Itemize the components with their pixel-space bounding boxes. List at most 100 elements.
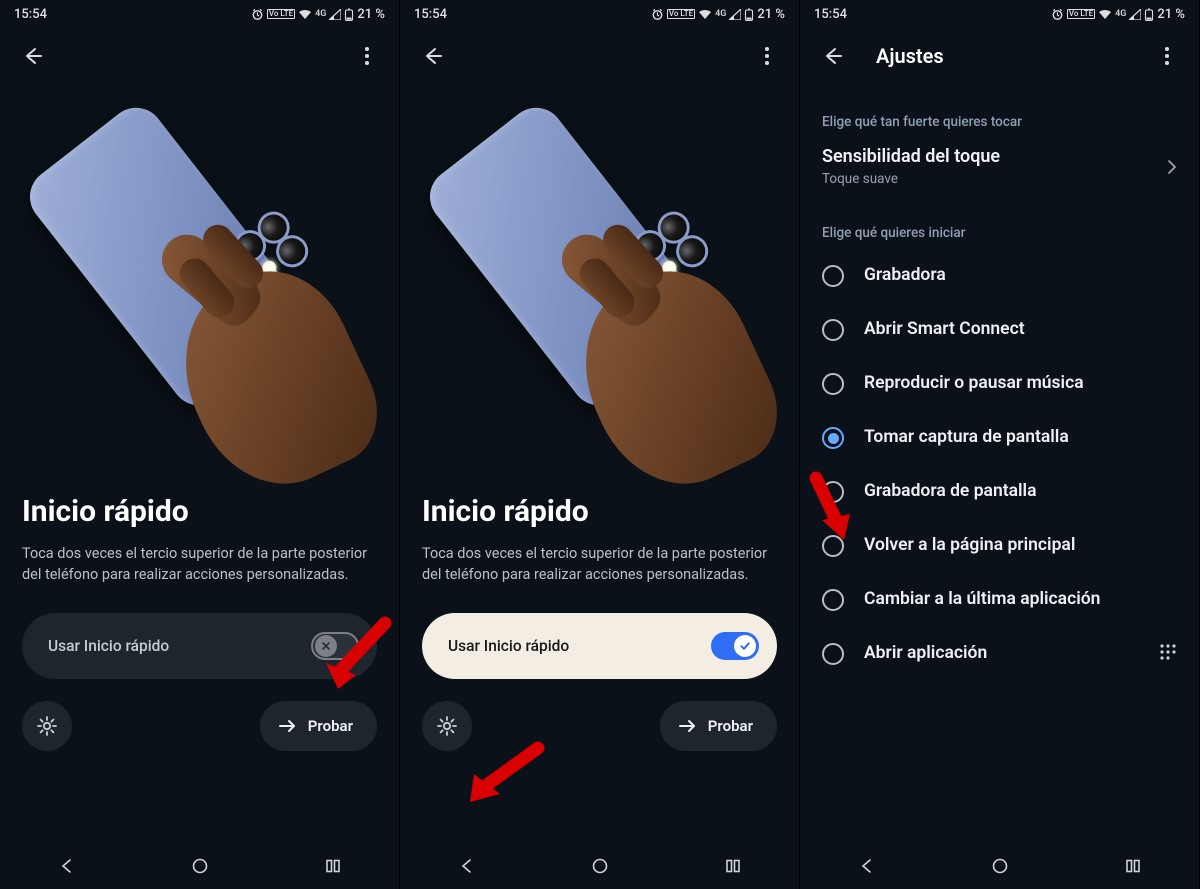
sensitivity-value: Toque suave	[822, 171, 1167, 187]
radio-indicator[interactable]	[822, 265, 844, 287]
arrow-right-icon	[678, 718, 698, 734]
system-nav-bar	[400, 843, 799, 889]
screen-quick-launch-on: 15:54 Vo LTE 4G 21 %	[400, 0, 800, 889]
quick-launch-switch[interactable]	[711, 632, 759, 660]
radio-indicator[interactable]	[822, 373, 844, 395]
signal-4g: 4G	[715, 9, 726, 19]
try-button-label: Probar	[308, 717, 353, 735]
radio-option[interactable]: Grabadora de pantalla	[800, 465, 1199, 519]
radio-indicator[interactable]	[822, 535, 844, 557]
status-bar: 15:54 Vo LTE 4G 21 %	[400, 0, 799, 28]
settings-button[interactable]	[22, 701, 72, 751]
toggle-label: Usar Inicio rápido	[48, 637, 169, 655]
app-bar: Ajustes	[800, 28, 1199, 84]
back-button[interactable]	[412, 36, 452, 76]
radio-label: Grabadora	[864, 265, 1177, 287]
app-bar	[400, 28, 799, 84]
page-description: Toca dos veces el tercio superior de la …	[422, 543, 777, 585]
more-vert-icon	[365, 47, 369, 65]
radio-option[interactable]: Abrir aplicación	[800, 627, 1199, 681]
check-icon	[739, 640, 751, 652]
battery-percent: 21 %	[1157, 7, 1185, 22]
try-button[interactable]: Probar	[660, 701, 777, 751]
radio-option[interactable]: Tomar captura de pantalla	[800, 411, 1199, 465]
radio-indicator[interactable]	[822, 427, 844, 449]
nav-recents-icon[interactable]	[324, 857, 342, 875]
nav-home-icon[interactable]	[191, 857, 209, 875]
sensitivity-caption: Elige qué tan fuerte quieres tocar	[800, 92, 1199, 138]
quick-launch-toggle-row[interactable]: Usar Inicio rápido	[422, 613, 777, 679]
radio-indicator[interactable]	[822, 481, 844, 503]
try-button-label: Probar	[708, 717, 753, 735]
sensitivity-row[interactable]: Sensibilidad del toque Toque suave	[800, 138, 1199, 203]
arrow-left-icon	[421, 45, 443, 67]
overflow-menu[interactable]	[347, 36, 387, 76]
radio-option[interactable]: Grabadora	[800, 249, 1199, 303]
radio-label: Reproducir o pausar música	[864, 373, 1177, 395]
battery-icon	[744, 8, 754, 21]
radio-option[interactable]: Reproducir o pausar música	[800, 357, 1199, 411]
status-indicators: Vo LTE 4G 21 %	[651, 7, 785, 22]
radio-indicator[interactable]	[822, 319, 844, 341]
nav-recents-icon[interactable]	[1124, 857, 1142, 875]
nav-recents-icon[interactable]	[724, 857, 742, 875]
radio-option[interactable]: Volver a la página principal	[800, 519, 1199, 573]
status-time: 15:54	[414, 7, 447, 22]
battery-percent: 21 %	[357, 7, 385, 22]
settings-button[interactable]	[422, 701, 472, 751]
status-bar: 15:54 Vo LTE 4G 21 %	[0, 0, 399, 28]
quick-launch-toggle-row[interactable]: Usar Inicio rápido	[22, 613, 377, 679]
screen-quick-launch-off: 15:54 Vo LTE 4G 21 %	[0, 0, 400, 889]
alarm-icon	[251, 8, 264, 20]
chevron-right-icon	[1167, 159, 1177, 175]
radio-label: Abrir aplicación	[864, 643, 1139, 665]
try-button[interactable]: Probar	[260, 701, 377, 751]
radio-indicator[interactable]	[822, 589, 844, 611]
signal-icon	[729, 9, 741, 20]
radio-option[interactable]: Abrir Smart Connect	[800, 303, 1199, 357]
gear-icon	[36, 715, 58, 737]
overflow-menu[interactable]	[1147, 36, 1187, 76]
nav-back-icon[interactable]	[458, 857, 476, 875]
overflow-menu[interactable]	[747, 36, 787, 76]
signal-4g: 4G	[1115, 9, 1126, 19]
sensitivity-title: Sensibilidad del toque	[822, 146, 1167, 167]
gear-icon	[436, 715, 458, 737]
arrow-left-icon	[21, 45, 43, 67]
actions-caption: Elige qué quieres iniciar	[800, 203, 1199, 249]
screen-settings: 15:54 Vo LTE 4G 21 % Ajustes Elige qué t…	[800, 0, 1200, 889]
battery-percent: 21 %	[757, 7, 785, 22]
nav-home-icon[interactable]	[991, 857, 1009, 875]
signal-icon	[329, 9, 341, 20]
status-indicators: Vo LTE 4G 21 %	[1051, 7, 1185, 22]
radio-label: Tomar captura de pantalla	[864, 427, 1177, 449]
app-bar-title: Ajustes	[876, 44, 944, 68]
nav-back-icon[interactable]	[858, 857, 876, 875]
radio-option[interactable]: Cambiar a la última aplicación	[800, 573, 1199, 627]
alarm-icon	[651, 8, 664, 20]
content-area: Inicio rápido Toca dos veces el tercio s…	[0, 484, 399, 585]
radio-label: Volver a la página principal	[864, 535, 1177, 557]
toggle-label: Usar Inicio rápido	[448, 637, 569, 655]
bottom-actions: Probar	[422, 701, 777, 751]
radio-label: Abrir Smart Connect	[864, 319, 1177, 341]
signal-icon	[1129, 9, 1141, 20]
back-button[interactable]	[12, 36, 52, 76]
hero-illustration	[400, 84, 799, 484]
status-time: 15:54	[814, 7, 847, 22]
back-button[interactable]	[812, 36, 852, 76]
apps-grid-icon[interactable]	[1159, 643, 1177, 665]
volte-badge: Vo LTE	[1067, 9, 1095, 19]
quick-launch-switch[interactable]	[311, 632, 359, 660]
more-vert-icon	[765, 47, 769, 65]
more-vert-icon	[1165, 47, 1169, 65]
volte-badge: Vo LTE	[667, 9, 695, 19]
radio-indicator[interactable]	[822, 643, 844, 665]
signal-4g: 4G	[315, 9, 326, 19]
arrow-right-icon	[278, 718, 298, 734]
action-radio-list: Grabadora Abrir Smart Connect Reproducir o…	[800, 249, 1199, 681]
radio-label: Cambiar a la última aplicación	[864, 589, 1177, 611]
status-bar: 15:54 Vo LTE 4G 21 %	[800, 0, 1199, 28]
nav-back-icon[interactable]	[58, 857, 76, 875]
nav-home-icon[interactable]	[591, 857, 609, 875]
